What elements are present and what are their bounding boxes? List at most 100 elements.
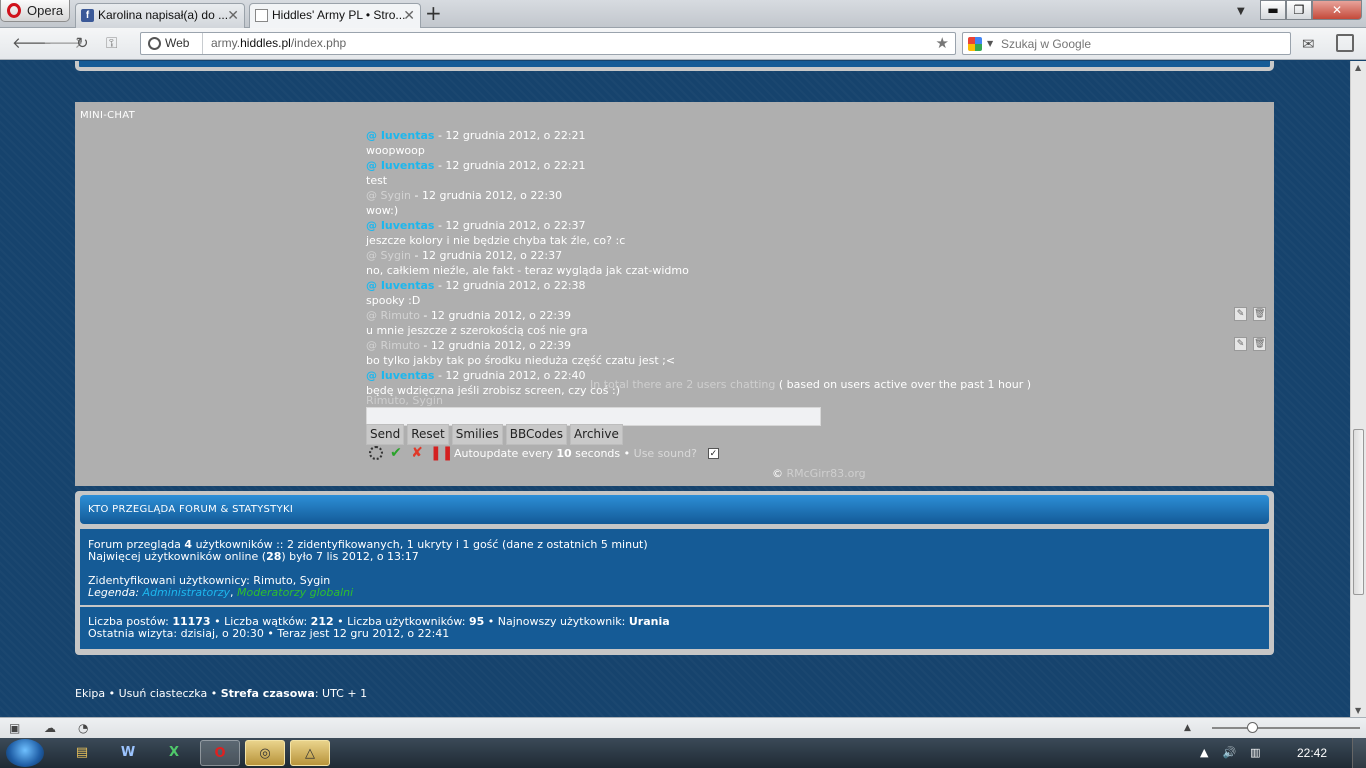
- chat-tools: ✔ ✘ ❚❚ Autoupdate every 10 seconds • Use…: [369, 445, 719, 461]
- legend-label: Legenda:: [88, 586, 143, 599]
- tray-chevron-icon[interactable]: ▲: [1200, 746, 1208, 759]
- chat-message-header: @ Rimuto - 12 grudnia 2012, o 22:39: [366, 338, 1046, 353]
- panel-toggle-icon[interactable]: [1336, 34, 1354, 52]
- start-button[interactable]: [6, 739, 44, 767]
- chat-timestamp: - 12 grudnia 2012, o 22:39: [419, 309, 572, 322]
- loading-spinner-icon: [369, 446, 383, 460]
- zoom-slider-knob[interactable]: [1247, 722, 1258, 733]
- chat-username-link[interactable]: @ Iuventas: [366, 129, 434, 142]
- speed-dial-icon[interactable]: ◔: [78, 721, 88, 735]
- tab-bar: Opera f Karolina napisał(a) do ... ✕ Hid…: [0, 0, 1366, 29]
- tab-title: Hiddles' Army PL • Stro...: [272, 8, 406, 22]
- mail-icon[interactable]: ✉: [1302, 35, 1315, 53]
- app-taskbar-icon[interactable]: △: [290, 740, 330, 766]
- maximize-button[interactable]: ❐: [1286, 0, 1312, 20]
- network-icon[interactable]: ▥: [1250, 746, 1260, 759]
- reload-icon[interactable]: ↻: [76, 34, 89, 52]
- chat-timestamp: - 12 grudnia 2012, o 22:37: [434, 219, 586, 232]
- use-sound-label: Use sound?: [633, 446, 697, 460]
- clock[interactable]: 22:42: [1297, 746, 1327, 760]
- delete-cookies-link[interactable]: Usuń ciasteczka: [119, 687, 208, 700]
- record-pre: Najwięcej użytkowników online (: [88, 550, 267, 563]
- delete-icon[interactable]: 🗑: [1253, 307, 1266, 321]
- panel-icon[interactable]: ▣: [9, 721, 20, 735]
- chat-username-link[interactable]: @ Rimuto: [366, 339, 420, 352]
- zoom-slider-track[interactable]: [1212, 727, 1360, 729]
- online-users[interactable]: Rimuto, Sygin: [366, 394, 443, 407]
- chat-message-header: @ Rimuto - 12 grudnia 2012, o 22:39: [366, 308, 1046, 323]
- show-desktop-button[interactable]: [1352, 738, 1366, 768]
- word-taskbar-icon[interactable]: W: [108, 740, 148, 766]
- legend-admins-link[interactable]: Administratorzy: [143, 586, 230, 599]
- copyright: © RMcGirr83.org: [772, 467, 866, 480]
- archive-button[interactable]: Archive: [569, 424, 623, 445]
- use-sound-checkbox[interactable]: ✓: [707, 447, 719, 459]
- legend-mods-link[interactable]: Moderatorzy globalni: [237, 586, 353, 599]
- team-link[interactable]: Ekipa: [75, 687, 105, 700]
- chat-username-link[interactable]: @ Iuventas: [366, 219, 434, 232]
- footer-separator: •: [207, 687, 221, 700]
- volume-icon[interactable]: 🔊: [1222, 746, 1236, 759]
- url-text[interactable]: army.hiddles.pl/index.php: [211, 33, 346, 54]
- bbcodes-button[interactable]: BBCodes: [505, 424, 567, 445]
- chat-username-link[interactable]: @ Sygin: [366, 249, 411, 262]
- edit-icon[interactable]: ✎: [1234, 337, 1247, 351]
- vertical-scrollbar[interactable]: ▲ ▼: [1350, 61, 1366, 717]
- chat-username-link[interactable]: @ Iuventas: [366, 279, 434, 292]
- cross-icon[interactable]: ✘: [409, 445, 425, 461]
- status-bar: ▣ ☁ ◔ ▲: [0, 717, 1366, 738]
- new-tab-button[interactable]: +: [425, 2, 442, 24]
- scrollbar-thumb[interactable]: [1353, 429, 1364, 595]
- app-taskbar-icon[interactable]: ◎: [245, 740, 285, 766]
- tab-facebook[interactable]: f Karolina napisał(a) do ... ✕: [75, 3, 245, 28]
- timezone-label: Strefa czasowa: [220, 687, 315, 700]
- close-window-button[interactable]: ✕: [1312, 0, 1362, 20]
- chat-message-text: wow:): [366, 204, 399, 217]
- zoom-up-icon[interactable]: ▲: [1184, 723, 1191, 733]
- chat-username-link[interactable]: @ Iuventas: [366, 369, 434, 382]
- chat-username-link[interactable]: @ Sygin: [366, 189, 411, 202]
- message-actions: ✎ 🗑: [1234, 307, 1266, 321]
- page-viewport: MINI-CHAT @ Iuventas - 12 grudnia 2012, …: [0, 61, 1350, 717]
- autoupdate-text: Autoupdate every 10 seconds • Use sound?: [454, 447, 697, 460]
- tab-hiddles-army[interactable]: Hiddles' Army PL • Stro... ✕: [249, 3, 421, 29]
- reset-button[interactable]: Reset: [407, 424, 449, 445]
- site-info-badge[interactable]: Web: [141, 33, 203, 54]
- scroll-up-icon[interactable]: ▲: [1355, 63, 1361, 72]
- message-actions: ✎ 🗑: [1234, 337, 1266, 351]
- scroll-down-icon[interactable]: ▼: [1355, 706, 1361, 715]
- search-input[interactable]: [1001, 33, 1286, 54]
- opera-taskbar-icon[interactable]: O: [200, 740, 240, 766]
- minimize-button[interactable]: ▬: [1260, 0, 1286, 20]
- navigation-bar: 🡐 🡒 ↻ ⚿ Web army.hiddles.pl/index.php ★ …: [0, 28, 1366, 60]
- chat-message-text: no, całkiem nieźle, ale fakt - teraz wyg…: [366, 264, 689, 277]
- search-engine-dropdown-icon[interactable]: ▼: [987, 33, 993, 54]
- chat-timestamp: - 12 grudnia 2012, o 22:39: [419, 339, 572, 352]
- newest-label: • Najnowszy użytkownik:: [484, 615, 629, 628]
- excel-taskbar-icon[interactable]: X: [154, 740, 194, 766]
- smilies-button[interactable]: Smilies: [451, 424, 503, 445]
- chat-username-link[interactable]: @ Iuventas: [366, 159, 434, 172]
- bookmark-star-icon[interactable]: ★: [936, 33, 949, 54]
- chat-username-link[interactable]: @ Rimuto: [366, 309, 420, 322]
- record-line: Najwięcej użytkowników online (28) było …: [88, 551, 1261, 563]
- tab-close-icon[interactable]: ✕: [227, 4, 239, 26]
- opera-menu-button[interactable]: Opera: [0, 0, 70, 22]
- search-box[interactable]: ▼: [962, 32, 1291, 55]
- tab-list-chevron-icon[interactable]: ▼: [1237, 6, 1245, 17]
- check-icon[interactable]: ✔: [388, 445, 404, 461]
- autoupdate-seconds: 10: [556, 446, 572, 460]
- edit-icon[interactable]: ✎: [1234, 307, 1247, 321]
- delete-icon[interactable]: 🗑: [1253, 337, 1266, 351]
- newest-user-link[interactable]: Urania: [629, 615, 670, 628]
- address-bar[interactable]: Web army.hiddles.pl/index.php ★: [140, 32, 956, 55]
- tab-close-icon[interactable]: ✕: [403, 4, 415, 26]
- cloud-icon[interactable]: ☁: [44, 721, 56, 735]
- chat-message-header: @ Iuventas - 12 grudnia 2012, o 22:38: [366, 278, 1046, 293]
- explorer-taskbar-icon[interactable]: ▤: [62, 740, 102, 766]
- pause-icon[interactable]: ❚❚: [430, 445, 453, 461]
- copyright-link[interactable]: RMcGirr83.org: [787, 467, 866, 480]
- send-button[interactable]: Send: [366, 424, 405, 445]
- key-icon[interactable]: ⚿: [106, 34, 117, 52]
- tab-title: Karolina napisał(a) do ...: [98, 8, 229, 22]
